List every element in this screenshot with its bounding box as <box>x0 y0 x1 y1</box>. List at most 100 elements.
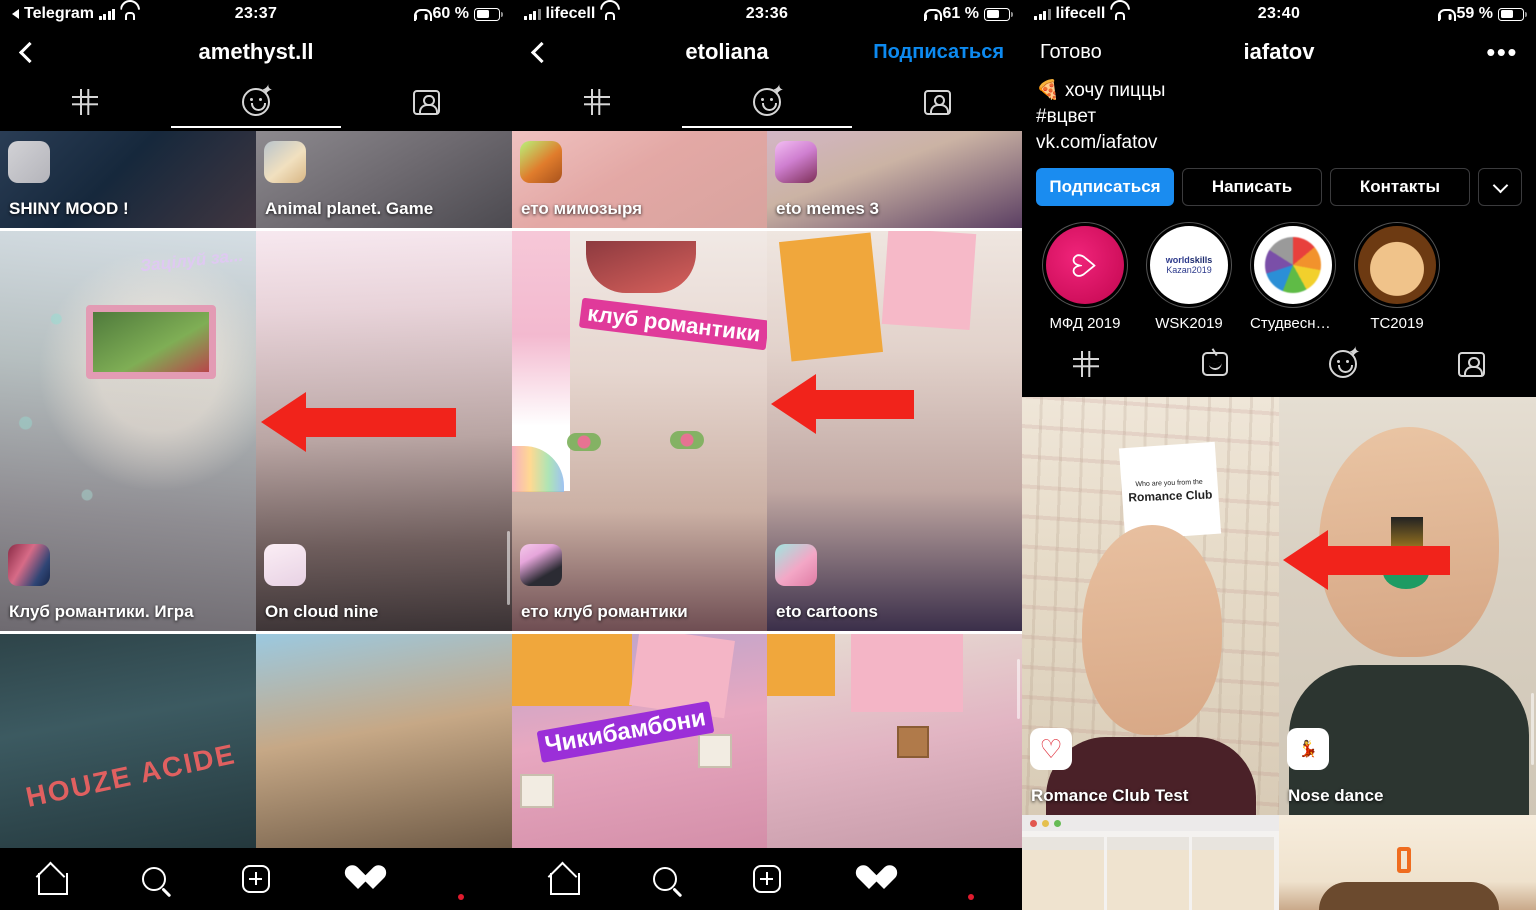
home-icon <box>36 864 69 895</box>
nav-add[interactable] <box>716 865 818 893</box>
tab-grid[interactable] <box>1022 351 1151 377</box>
effect-cell[interactable] <box>767 634 1022 850</box>
effect-thumbnail <box>775 544 817 586</box>
tab-effects[interactable]: ✦ <box>171 83 342 116</box>
highlight-item[interactable]: Студвесна... <box>1250 222 1336 332</box>
done-button[interactable]: Готово <box>1040 41 1102 64</box>
nav-search[interactable] <box>614 867 716 891</box>
effects-grid: Who are you from the Romance Club ♡ Roma… <box>1022 397 1536 910</box>
search-icon <box>141 867 166 891</box>
effect-thumbnail <box>264 141 306 183</box>
tab-effects[interactable]: ✦ <box>1279 345 1408 378</box>
effect-thumbnail <box>8 544 50 586</box>
follow-button[interactable]: Подписаться <box>873 41 1004 64</box>
grid-icon <box>72 89 99 115</box>
effect-cell[interactable]: Animal planet. Game <box>256 131 512 228</box>
romance-club-card: Who are you from the Romance Club <box>1118 441 1222 541</box>
minimize-traffic-light-icon <box>1042 819 1049 827</box>
effect-cell[interactable]: ето мимозыря <box>512 131 767 228</box>
effect-cell[interactable]: Чикибамбони <box>512 634 767 850</box>
hair-region <box>1319 882 1499 910</box>
highlight-cover: ♡ <box>1046 226 1124 304</box>
highlight-item[interactable]: ТС2019 <box>1354 222 1440 332</box>
follow-button[interactable]: Подписаться <box>1036 168 1174 206</box>
notification-dot <box>457 894 464 900</box>
tab-tagged[interactable] <box>341 89 512 115</box>
nav-home[interactable] <box>0 864 102 895</box>
scroll-indicator[interactable] <box>1017 659 1020 719</box>
grid-icon <box>584 89 610 115</box>
nav-profile[interactable] <box>920 864 1022 900</box>
wall-poster <box>851 634 963 712</box>
effect-cell[interactable] <box>1279 815 1536 910</box>
nav-profile[interactable] <box>410 864 512 900</box>
highlight-item[interactable]: worldskills Kazan2019 WSK2019 <box>1146 222 1232 332</box>
active-tab-underline <box>171 126 341 128</box>
bio-hashtag[interactable]: #вцвет <box>1036 104 1522 130</box>
status-right: 59 % <box>1437 5 1527 23</box>
effects-face-icon: ✦ <box>242 83 272 116</box>
screenshot-panel-etoliana: lifecell 23:36 61 % etoliana Подписаться… <box>512 0 1022 910</box>
effect-cell[interactable] <box>1022 815 1279 910</box>
notification-dot <box>968 894 974 900</box>
effect-cell-selected[interactable]: eto cartoons <box>767 228 1022 634</box>
wall-poster <box>881 231 977 330</box>
nav-add[interactable] <box>205 865 307 893</box>
contact-button[interactable]: Контакты <box>1330 168 1470 206</box>
sheep-sticker <box>698 734 732 768</box>
scroll-indicator[interactable] <box>1531 693 1534 765</box>
status-right: 60 % <box>413 5 503 23</box>
effect-cell[interactable]: 💃 Nose dance <box>1279 397 1536 815</box>
effect-cell[interactable]: HOUZE ACIDE <box>0 634 256 850</box>
effect-cell[interactable] <box>256 634 512 850</box>
profile-avatar <box>446 864 476 900</box>
back-chevron-icon[interactable] <box>18 41 41 63</box>
tab-tagged[interactable] <box>1408 351 1536 377</box>
tab-igtv[interactable] <box>1151 352 1280 376</box>
back-chevron-icon[interactable] <box>530 41 553 63</box>
bottom-nav-bar <box>512 848 1022 910</box>
effect-cell-selected[interactable]: On cloud nine <box>256 228 512 634</box>
highlight-ring: worldskills Kazan2019 <box>1146 222 1232 308</box>
highlight-label: WSK2019 <box>1155 315 1223 332</box>
effect-cell[interactable]: eto memes 3 <box>767 131 1022 228</box>
effect-cell-selected[interactable]: Зацілуй за... Клуб романтики. Игра <box>0 228 256 634</box>
highlight-item[interactable]: ♡ МФД 2019 <box>1042 222 1128 332</box>
headphones-icon <box>1437 8 1456 21</box>
effect-label: ето мимозыря <box>521 199 643 218</box>
tab-effects[interactable]: ✦ <box>682 83 852 116</box>
highlight-label: ТС2019 <box>1370 315 1424 332</box>
battery-icon <box>984 7 1013 21</box>
scroll-indicator[interactable] <box>507 531 510 605</box>
battery-percent-label: 61 % <box>942 5 979 22</box>
profile-tab-strip: ✦ <box>512 76 1022 128</box>
status-bar: Telegram 23:37 60 % <box>0 0 512 28</box>
sheep-sticker <box>897 726 929 758</box>
effect-cell[interactable]: Who are you from the Romance Club ♡ Roma… <box>1022 397 1279 815</box>
tab-grid[interactable] <box>512 89 682 115</box>
profile-tab-strip: ✦ <box>1022 342 1536 386</box>
message-button[interactable]: Написать <box>1182 168 1322 206</box>
profile-tab-strip: ✦ <box>0 76 512 128</box>
more-actions-button[interactable] <box>1478 168 1522 206</box>
effect-thumbnail <box>775 141 817 183</box>
effect-cell[interactable]: SHINY MOOD ! <box>0 131 256 228</box>
story-highlights: ♡ МФД 2019 worldskills Kazan2019 WSK2019… <box>1022 220 1536 342</box>
battery-percent-label: 60 % <box>432 5 469 22</box>
home-icon <box>548 864 580 895</box>
nav-activity[interactable] <box>307 866 409 893</box>
screenshot-panel-amethyst: Telegram 23:37 60 % amethyst.ll ✦ SHINY … <box>0 0 512 910</box>
bio-link[interactable]: vk.com/iafatov <box>1036 130 1522 156</box>
worldskills-logo-icon: worldskills <box>1165 255 1213 265</box>
studvesna-logo-icon <box>1265 237 1321 293</box>
close-traffic-light-icon <box>1030 819 1037 827</box>
tab-tagged[interactable] <box>852 89 1022 115</box>
tab-grid[interactable] <box>0 89 171 115</box>
nav-home[interactable] <box>512 864 614 895</box>
nav-activity[interactable] <box>818 866 920 893</box>
more-options-icon[interactable]: ••• <box>1486 39 1518 65</box>
nav-search[interactable] <box>102 867 204 891</box>
status-bar: lifecell 23:40 59 % <box>1022 0 1536 28</box>
annotation-arrow <box>261 392 456 452</box>
effect-cell-selected[interactable]: клуб романтики ето клуб романтики <box>512 228 767 634</box>
